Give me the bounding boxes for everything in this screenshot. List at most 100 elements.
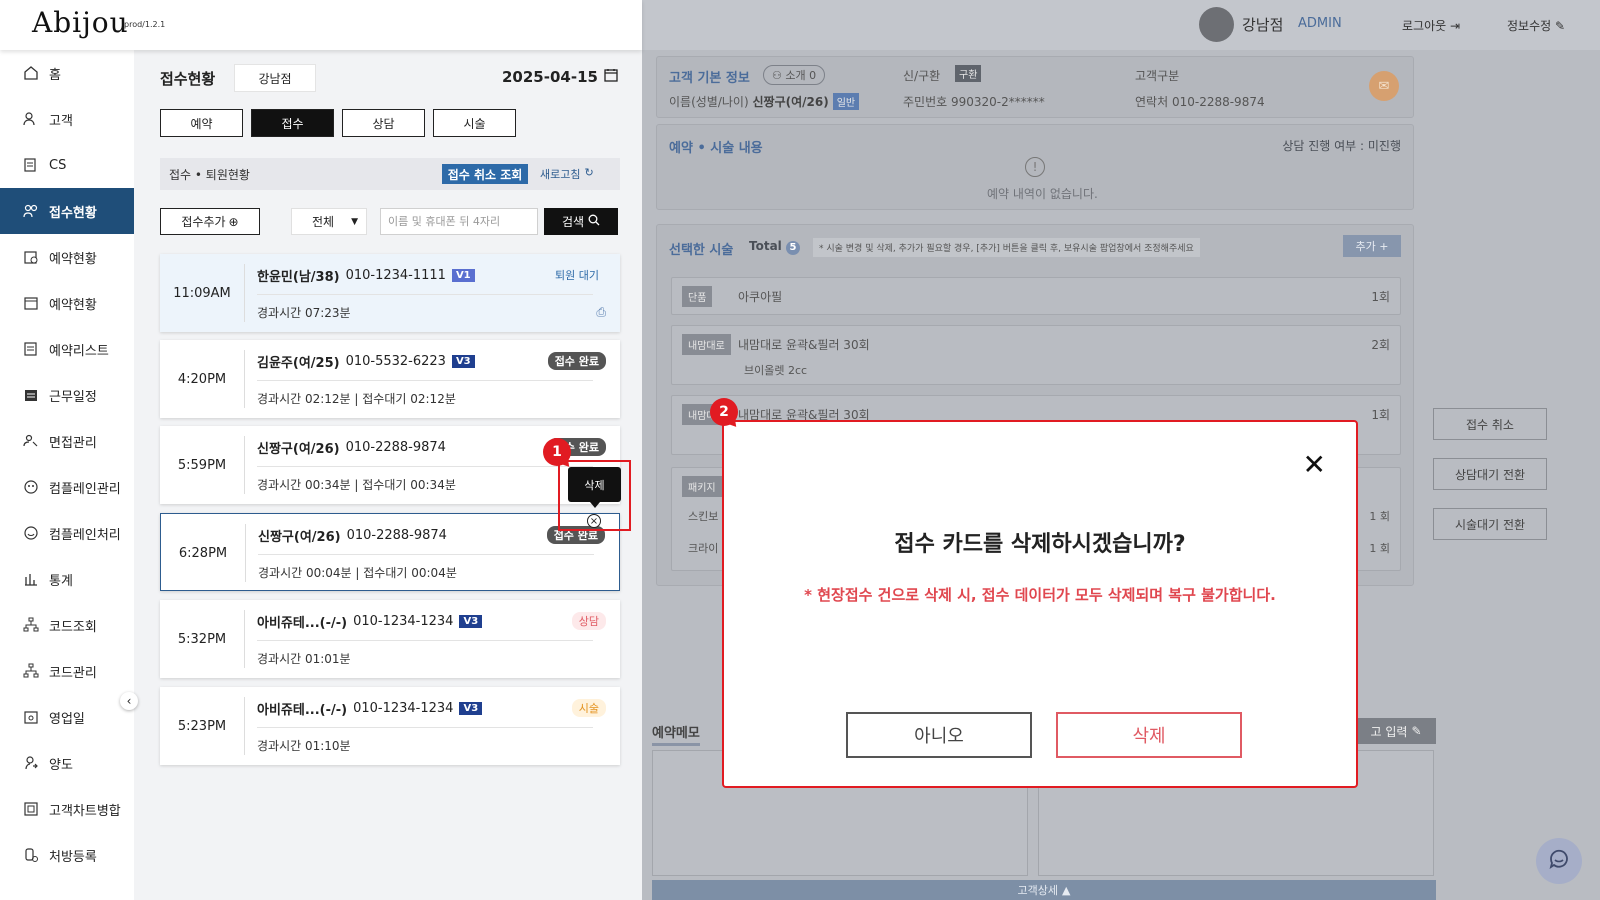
sidebar-item-label: 예약현황 bbox=[49, 297, 97, 313]
card-time: 5:59PM bbox=[177, 457, 227, 473]
sidebar-item-interview[interactable]: 면접관리 bbox=[0, 418, 134, 464]
card-time: 6:28PM bbox=[178, 545, 228, 561]
reception-card[interactable]: 5:32PM 아비쥬테...(-/-) 010-1234-1234 V3 상담 경과… bbox=[160, 600, 620, 678]
tab-booking[interactable]: 예약 bbox=[160, 109, 243, 137]
elapsed-time: 경과시간 07:23분 bbox=[257, 306, 351, 320]
elapsed-time: 경과시간 01:10분 bbox=[257, 739, 351, 753]
no-button[interactable]: 아니오 bbox=[846, 712, 1032, 758]
reception-icon bbox=[23, 203, 39, 219]
logout-button[interactable]: 로그아웃 ⇥ bbox=[1402, 17, 1460, 34]
sidebar: 홈 고객 CS 접수현황 예약현황 예약현황 예약리스트 근무일정 면접관리 컴… bbox=[0, 50, 134, 900]
refresh-label: 새로고침 bbox=[540, 168, 581, 181]
sidebar-item-booking-status-2[interactable]: 예약현황 bbox=[0, 280, 134, 326]
ssn-label: 주민번호 bbox=[903, 95, 948, 109]
customer-name: 한윤민(남/38) bbox=[257, 270, 340, 285]
delete-confirm-button[interactable]: 삭제 bbox=[1056, 712, 1242, 758]
treatment-count: 1회 bbox=[1371, 290, 1390, 304]
chat-button[interactable] bbox=[1536, 838, 1582, 884]
delete-card-button[interactable]: × bbox=[587, 514, 601, 528]
sidebar-item-booking-status[interactable]: 예약현황 bbox=[0, 234, 134, 280]
sidebar-item-label: 컴플레인관리 bbox=[49, 481, 121, 497]
referral-badge[interactable]: ⚇ 소개 0 bbox=[763, 65, 826, 85]
sidebar-item-label: 처방등록 bbox=[49, 849, 97, 865]
app-logo[interactable]: Abijou bbox=[32, 6, 129, 39]
transfer-icon bbox=[23, 755, 39, 771]
cs-icon bbox=[23, 157, 39, 173]
app-header: Abijou prod/1.2.1 bbox=[0, 0, 642, 50]
customer-name: 신짱구(여/26) bbox=[258, 530, 341, 545]
refresh-button[interactable]: 새로고침 ↻ bbox=[540, 166, 594, 182]
sidebar-item-prescription[interactable]: 처방등록 bbox=[0, 832, 134, 878]
customer-phone: 010-1234-1234 bbox=[353, 701, 454, 716]
memo-input-button[interactable]: 고 입력 ✎ bbox=[1356, 718, 1436, 744]
edit-profile-button[interactable]: 정보수정 ✎ bbox=[1507, 17, 1565, 34]
to-consult-wait-button[interactable]: 상담대기 전환 bbox=[1433, 458, 1547, 490]
sidebar-item-label: 홈 bbox=[49, 67, 61, 83]
reception-card[interactable]: 4:20PM 김윤주(여/25) 010-5532-6223 V3 접수 완료 경과… bbox=[160, 340, 620, 418]
visit-badge: V1 bbox=[451, 269, 475, 282]
to-treatment-wait-button[interactable]: 시술대기 전환 bbox=[1433, 508, 1547, 540]
delete-confirm-modal: ✕ 접수 카드를 삭제하시겠습니까? * 현장접수 건으로 삭제 시, 접수 데… bbox=[722, 420, 1358, 788]
date-picker[interactable]: 2025-04-15 bbox=[502, 68, 618, 86]
status-badge: 퇴원 대기 bbox=[555, 269, 599, 282]
sidebar-item-transfer[interactable]: 양도 bbox=[0, 740, 134, 786]
section-title: 접수 • 퇴원현황 bbox=[169, 167, 250, 182]
elapsed-time: 경과시간 01:01분 bbox=[257, 652, 351, 666]
treatment-item[interactable]: 단품 아쿠아필 1회 bbox=[671, 277, 1401, 315]
add-treatment-button[interactable]: 추가 + bbox=[1343, 235, 1401, 257]
sidebar-item-stats[interactable]: 통계 bbox=[0, 556, 134, 602]
tab-treatment[interactable]: 시술 bbox=[433, 109, 516, 137]
sidebar-item-label: 고객차트병합 bbox=[49, 803, 121, 819]
chat-icon bbox=[1547, 847, 1571, 875]
reception-card[interactable]: 5:23PM 아비쥬테...(-/-) 010-1234-1234 V3 시술 경과… bbox=[160, 687, 620, 765]
contact-value: 010-2288-9874 bbox=[1171, 95, 1265, 109]
status-badge: 시술 bbox=[571, 699, 606, 717]
add-reception-button[interactable]: 접수추가 ⊕ bbox=[160, 208, 260, 235]
sidebar-item-complaint-manage[interactable]: 컴플레인관리 bbox=[0, 464, 134, 510]
sidebar-item-label: 고객 bbox=[49, 113, 73, 129]
treatment-count: 1회 bbox=[1371, 408, 1390, 422]
treatment-item[interactable]: 내맘대로 내맘대로 윤곽&필러 30회 브이올렛 2cc 2회 bbox=[671, 325, 1401, 385]
tab-consult[interactable]: 상담 bbox=[342, 109, 425, 137]
branch-selector[interactable]: 강남점 bbox=[234, 64, 316, 92]
smile-icon bbox=[23, 525, 39, 541]
step-marker-1: 1 bbox=[543, 438, 571, 466]
modal-title: 접수 카드를 삭제하시겠습니까? bbox=[894, 532, 1186, 557]
sidebar-item-customer[interactable]: 고객 bbox=[0, 96, 134, 142]
sidebar-item-home[interactable]: 홈 bbox=[0, 50, 134, 96]
sidebar-item-work-schedule[interactable]: 근무일정 bbox=[0, 372, 134, 418]
search-label: 검색 bbox=[561, 215, 585, 229]
sidebar-item-business-day[interactable]: 영업일 bbox=[0, 694, 134, 740]
sidebar-item-complaint-process[interactable]: 컴플레인처리 bbox=[0, 510, 134, 556]
cancel-reception-button[interactable]: 접수 취소 bbox=[1433, 408, 1547, 440]
sidebar-item-label: 코드조회 bbox=[49, 619, 97, 635]
total-label: Total bbox=[749, 239, 782, 253]
reception-card[interactable]: 11:09AM 한윤민(남/38) 010-1234-1111 V1 퇴원 대기 경… bbox=[160, 254, 620, 332]
search-input[interactable] bbox=[380, 208, 538, 235]
sidebar-item-reception[interactable]: 접수현황 bbox=[0, 188, 134, 234]
visit-badge: V3 bbox=[451, 355, 475, 368]
sidebar-item-code-lookup[interactable]: 코드조회 bbox=[0, 602, 134, 648]
customer-detail-toggle[interactable]: 고객상세 ▲ bbox=[652, 880, 1436, 900]
search-icon bbox=[588, 214, 600, 229]
message-icon[interactable]: ✉ bbox=[1369, 71, 1399, 101]
calendar-icon bbox=[23, 295, 39, 311]
sidebar-item-label: 영업일 bbox=[49, 711, 85, 727]
cancel-lookup-button[interactable]: 접수 취소 조회 bbox=[442, 164, 528, 184]
tab-reception[interactable]: 접수 bbox=[251, 109, 334, 137]
treatment-tag: 패키지 bbox=[682, 476, 722, 497]
sidebar-item-chart-merge[interactable]: 고객차트병합 bbox=[0, 786, 134, 832]
status-filter-select[interactable]: 전체 ▼ bbox=[291, 208, 367, 235]
elapsed-time: 경과시간 02:12분 | 접수대기 02:12분 bbox=[257, 392, 456, 406]
user-role: ADMIN bbox=[1298, 16, 1342, 31]
sidebar-item-code-manage[interactable]: 코드관리 bbox=[0, 648, 134, 694]
sidebar-item-booking-list[interactable]: 예약리스트 bbox=[0, 326, 134, 372]
sidebar-item-cs[interactable]: CS bbox=[0, 142, 134, 188]
pencil-icon: ✎ bbox=[1555, 19, 1566, 33]
search-button[interactable]: 검색 bbox=[544, 208, 618, 235]
close-icon[interactable]: ✕ bbox=[1303, 448, 1326, 481]
reception-card-selected[interactable]: 6:28PM 신짱구(여/26) 010-2288-9874 접수 완료 경과시간… bbox=[160, 513, 620, 591]
print-icon[interactable]: ⎙ bbox=[596, 305, 606, 320]
sidebar-collapse-button[interactable]: ‹ bbox=[120, 692, 138, 710]
sidebar-item-label: 코드관리 bbox=[49, 665, 97, 681]
